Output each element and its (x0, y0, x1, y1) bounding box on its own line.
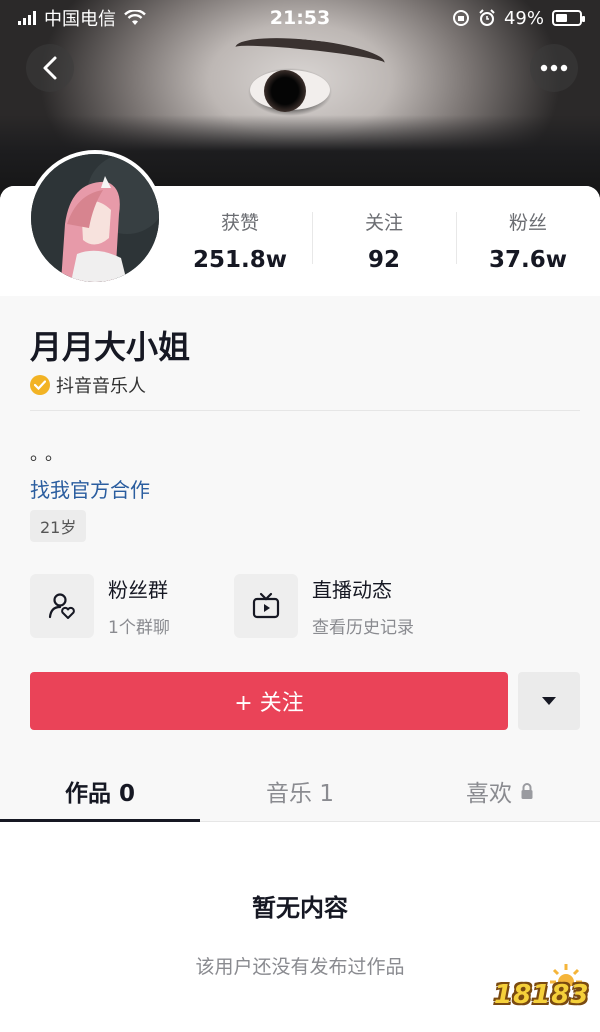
stat-following[interactable]: 关注 92 (312, 206, 456, 276)
signal-icon (18, 11, 36, 25)
live-tv-icon (234, 574, 298, 638)
fan-group-subtitle: 1个群聊 (108, 618, 170, 638)
back-button[interactable] (26, 44, 74, 92)
stat-followers[interactable]: 粉丝 37.6w (456, 206, 600, 276)
verified-check-icon (30, 375, 50, 395)
lock-icon (521, 783, 533, 799)
follow-button[interactable]: + 关注 (30, 672, 508, 730)
watermark-text: 18183 (494, 980, 590, 1010)
back-chevron-icon (43, 56, 57, 80)
status-right: 49% (452, 7, 585, 29)
more-dots-icon (540, 64, 568, 72)
alarm-icon (479, 9, 495, 26)
rotation-lock-icon (452, 10, 469, 26)
fan-group-entry[interactable]: 粉丝群 1个群聊 (30, 574, 170, 638)
empty-state-title: 暂无内容 (252, 894, 348, 922)
caret-down-icon (542, 697, 556, 705)
more-actions-button[interactable] (518, 672, 580, 730)
live-history-title: 直播动态 (312, 578, 392, 602)
stat-likes-label: 获赞 (220, 212, 259, 234)
more-button[interactable] (530, 44, 578, 92)
status-left: 中国电信 (18, 5, 146, 31)
stat-likes[interactable]: 获赞 251.8w (168, 206, 312, 276)
tab-music[interactable]: 音乐 1 (200, 760, 400, 821)
verified-badge[interactable]: 抖音音乐人 (30, 372, 146, 398)
profile-name: 月月大小姐 (30, 328, 191, 366)
content-tabs: 作品 0 音乐 1 喜欢 (0, 760, 600, 822)
battery-fill (556, 14, 567, 22)
tab-works[interactable]: 作品 0 (0, 760, 200, 822)
watermark-logo: 18183 (490, 962, 590, 1022)
fan-group-text: 粉丝群 1个群聊 (108, 574, 170, 638)
stat-following-value: 92 (367, 247, 400, 273)
stat-followers-value: 37.6w (489, 247, 567, 273)
battery-icon (552, 10, 585, 26)
live-history-text: 直播动态 查看历史记录 (312, 574, 414, 638)
stat-likes-value: 251.8w (193, 247, 287, 273)
tab-works-label: 作品 0 (64, 781, 135, 807)
bio-link[interactable]: 找我官方合作 (30, 474, 150, 503)
stat-followers-label: 粉丝 (508, 212, 547, 234)
profile-bio: 。。 (30, 444, 69, 465)
verified-label: 抖音音乐人 (56, 376, 146, 397)
wifi-icon (124, 10, 146, 25)
tab-likes-label: 喜欢 (466, 781, 512, 807)
age-tag: 21岁 (30, 510, 87, 542)
battery-percent: 49% (503, 7, 544, 29)
fan-group-title: 粉丝群 (108, 578, 168, 602)
tab-music-label: 音乐 1 (266, 781, 334, 807)
fan-group-icon (30, 574, 94, 638)
avatar-illustration (31, 154, 159, 282)
tab-likes[interactable]: 喜欢 (400, 760, 600, 821)
profile-divider (30, 410, 580, 411)
live-history-entry[interactable]: 直播动态 查看历史记录 (234, 574, 414, 638)
carrier-label: 中国电信 (44, 9, 116, 30)
profile-stats: 获赞 251.8w 关注 92 粉丝 37.6w (168, 206, 600, 276)
avatar[interactable] (27, 150, 163, 286)
status-bar: 中国电信 21:53 49% (0, 0, 600, 36)
stat-following-label: 关注 (364, 212, 403, 234)
follow-button-label: + 关注 (234, 691, 304, 716)
banner-brow (233, 32, 387, 78)
live-history-subtitle: 查看历史记录 (312, 618, 414, 638)
banner-iris (264, 70, 306, 112)
